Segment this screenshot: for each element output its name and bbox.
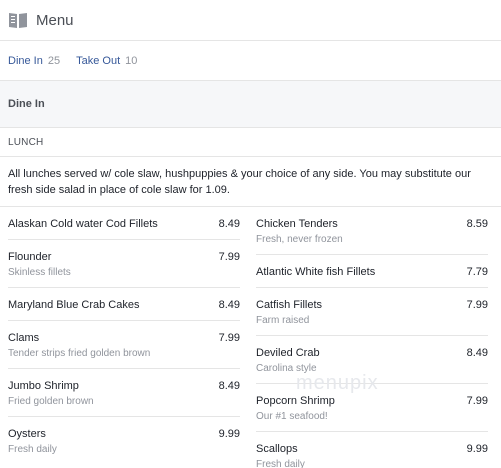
menu-item-name: Clams	[8, 332, 40, 344]
menu-item-row: Chicken Tenders 8.59	[256, 217, 488, 231]
menu-item: Alaskan Cold water Cod Fillets 8.49	[8, 207, 240, 240]
menu-item-description: Skinless fillets	[8, 267, 71, 278]
menu-item: Catfish Fillets 7.99 Farm raised	[256, 288, 488, 336]
menu-item-price: 7.99	[466, 395, 488, 407]
menu-item: Oysters 9.99 Fresh daily	[8, 417, 240, 464]
menu-item-row: Popcorn Shrimp 7.99	[256, 394, 488, 408]
menu-item-name: Jumbo Shrimp	[8, 380, 79, 392]
menu-column-left: Alaskan Cold water Cod Fillets 8.49 Flound…	[8, 207, 240, 468]
menu-item-row: Flounder 7.99	[8, 250, 240, 264]
section-title: Dine In	[0, 81, 501, 128]
menu-item: Jumbo Shrimp 8.49 Fried golden brown	[8, 369, 240, 417]
menu-item-price: 8.49	[466, 347, 488, 359]
menu-tabs: Dine In 25 Take Out 10	[0, 41, 501, 81]
menu-header: Menu	[0, 0, 501, 41]
menu-item-row: Alaskan Cold water Cod Fillets 8.49	[8, 217, 240, 231]
menu-item-description: Fresh daily	[256, 459, 305, 468]
menu-item-price: 8.59	[466, 218, 488, 230]
menu-item-row: Scallops 9.99	[256, 442, 488, 456]
menu-item: Maryland Blue Crab Cakes 8.49	[8, 288, 240, 321]
menu-item-name: Atlantic White fish Fillets	[256, 266, 376, 278]
menu-item: Deviled Crab 8.49 Carolina style	[256, 336, 488, 384]
menu-item-price: 8.49	[218, 218, 240, 230]
menu-item-name: Scallops	[256, 443, 298, 455]
menu-item-name: Catfish Fillets	[256, 299, 323, 311]
tab-count: 25	[47, 54, 61, 67]
menu-item-price: 7.99	[218, 251, 240, 263]
menu-item: Chicken Tenders 8.59 Fresh, never frozen	[256, 207, 488, 255]
menu-item: Flounder 7.99 Skinless fillets	[8, 240, 240, 288]
menu-item-description: Fried golden brown	[8, 396, 94, 407]
tab-label: Dine In	[8, 54, 43, 67]
menu-item-price: 7.99	[466, 299, 488, 311]
menu-item-price: 8.49	[218, 380, 240, 392]
menu-item-row: Oysters 9.99	[8, 427, 240, 441]
page-title: Menu	[36, 11, 74, 29]
menu-item-price: 8.49	[218, 299, 240, 311]
menu-item-description: Carolina style	[256, 363, 317, 374]
tab-count: 10	[125, 54, 138, 67]
menu-item-name: Chicken Tenders	[256, 218, 338, 230]
menu-item-name: Flounder	[8, 251, 52, 263]
menu-item: Scallops 9.99 Fresh daily	[256, 432, 488, 468]
menu-item-row: Maryland Blue Crab Cakes 8.49	[8, 298, 240, 312]
menu-item-description: Fresh, never frozen	[256, 234, 343, 245]
tab-dine-in[interactable]: Dine In 25	[8, 55, 60, 67]
menu-item-description: Tender strips fried golden brown	[8, 348, 151, 359]
menu-item-price: 7.79	[466, 266, 488, 278]
menu-item: Popcorn Shrimp 7.99 Our #1 seafood!	[256, 384, 488, 432]
subsection-title: LUNCH	[0, 128, 501, 157]
menu-item-name: Maryland Blue Crab Cakes	[8, 299, 140, 311]
section-description: All lunches served w/ cole slaw, hushpup…	[0, 157, 501, 207]
menu-item-price: 9.99	[218, 428, 240, 440]
menu-item-row: Jumbo Shrimp 8.49	[8, 379, 240, 393]
menu-item-name: Popcorn Shrimp	[256, 395, 335, 407]
menu-item-price: 9.99	[466, 443, 488, 455]
menu-column-right: Chicken Tenders 8.59 Fresh, never frozen At…	[256, 207, 488, 468]
menu-item-description: Fresh daily	[8, 444, 57, 455]
menu-item-name: Oysters	[8, 428, 46, 440]
menu-item-row: Atlantic White fish Fillets 7.79	[256, 265, 488, 279]
tab-take-out[interactable]: Take Out 10	[76, 55, 137, 67]
menu-item-name: Deviled Crab	[256, 347, 320, 359]
tab-label: Take Out	[76, 54, 121, 67]
menu-item-row: Catfish Fillets 7.99	[256, 298, 488, 312]
menu-item: Clams 7.99 Tender strips fried golden brow…	[8, 321, 240, 369]
menu-item-price: 7.99	[218, 332, 240, 344]
menu-item-row: Deviled Crab 8.49	[256, 346, 488, 360]
menu-item-row: Clams 7.99	[8, 331, 240, 345]
menu-item-description: Farm raised	[256, 315, 310, 326]
menu-item: Atlantic White fish Fillets 7.79	[256, 255, 488, 288]
menu-book-icon	[9, 13, 27, 28]
menu-item-name: Alaskan Cold water Cod Fillets	[8, 218, 158, 230]
menu-items: Alaskan Cold water Cod Fillets 8.49 Flound…	[0, 207, 501, 468]
menu-item-description: Our #1 seafood!	[256, 411, 328, 422]
